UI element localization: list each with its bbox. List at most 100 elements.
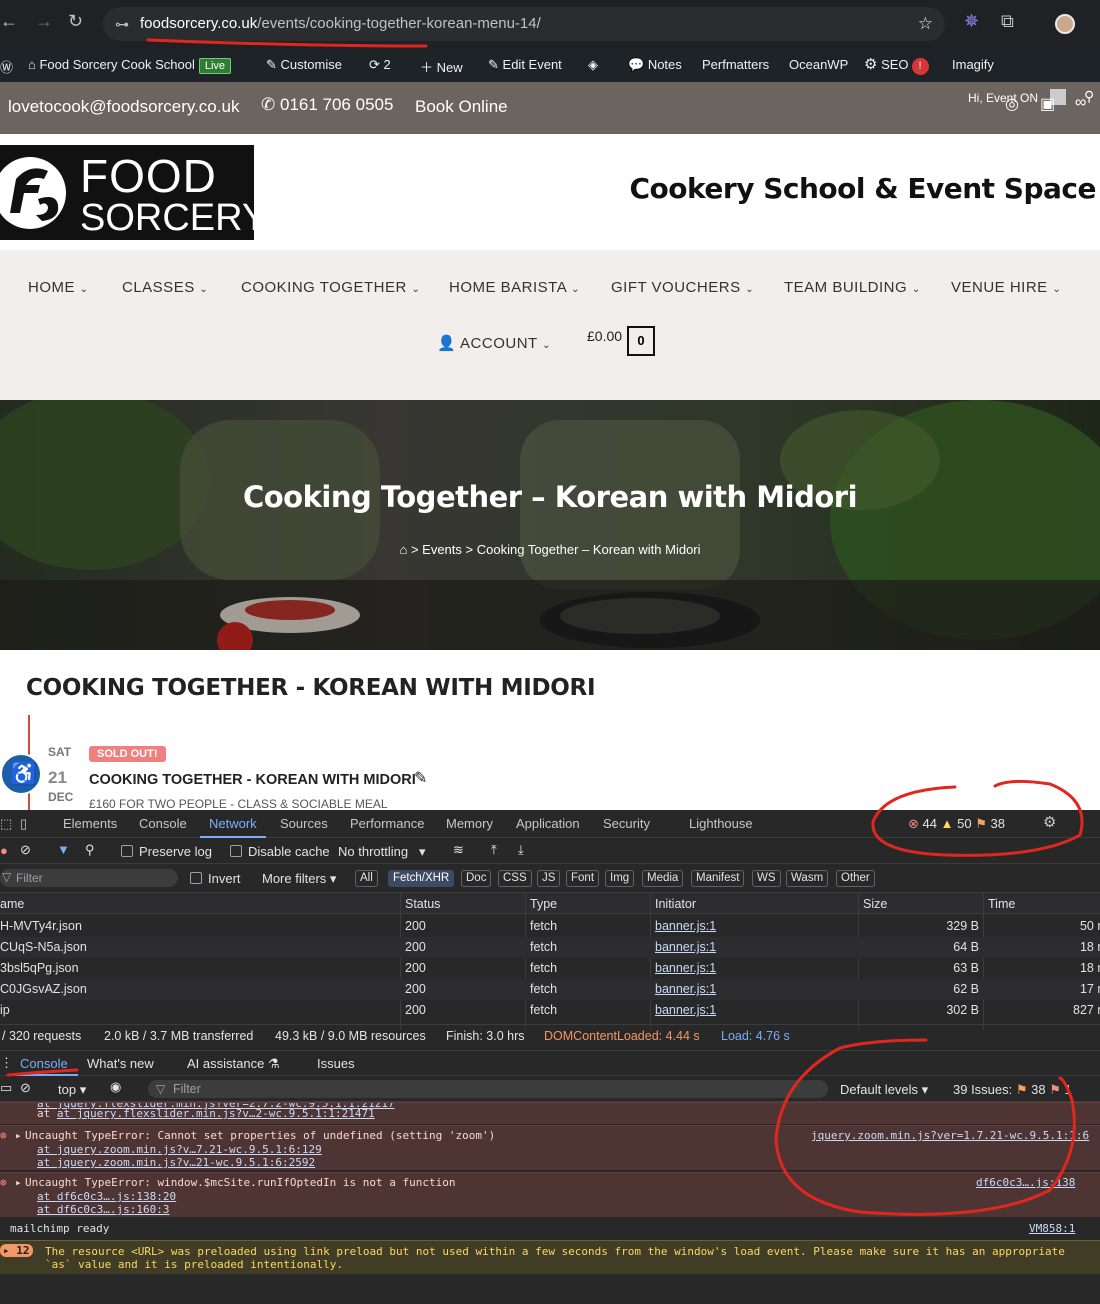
drawer-tab-console[interactable]: Console [20, 1056, 68, 1071]
accessibility-icon[interactable]: ♿ [0, 753, 42, 795]
admin-imagify[interactable]: Imagify [952, 57, 994, 72]
admin-updates[interactable]: ⟳ 2 [369, 57, 391, 73]
log-levels-select[interactable]: Default levels ▾ [840, 1082, 928, 1098]
cart-count-icon[interactable]: 0 [627, 326, 655, 356]
import-har-icon[interactable]: ⤒ [491, 842, 497, 858]
record-icon[interactable]: ● [0, 843, 8, 858]
nav-item-venue-hire[interactable]: VENUE HIRE ⌄ [951, 279, 1061, 296]
filter-other[interactable]: Other [836, 870, 875, 887]
clear-console-icon[interactable]: ⊘ [20, 1080, 31, 1096]
tab-network[interactable]: Network [209, 816, 257, 831]
search-icon[interactable]: ⚲ [85, 842, 95, 858]
nav-item-home[interactable]: HOME ⌄ [28, 279, 89, 296]
tab-security[interactable]: Security [603, 816, 650, 831]
cart-total[interactable]: £0.00 [587, 328, 622, 344]
admin-notes[interactable]: 💬 Notes [628, 57, 682, 73]
nav-item-gift-vouchers[interactable]: GIFT VOUCHERS ⌄ [611, 279, 754, 296]
table-row[interactable]: ip 200 fetch banner.js:1 302 B 827 ms [0, 1000, 1100, 1021]
invert-checkbox[interactable] [190, 872, 202, 884]
error-counter[interactable]: ⊗ 44 ▲ 50 ⚑ 38 [908, 816, 1005, 832]
error-source-link[interactable]: jquery.zoom.min.js?ver=1.7.21-wc.9.5.1:1… [811, 1129, 1100, 1142]
filter-funnel-icon[interactable]: ▼ [57, 842, 70, 857]
col-time[interactable]: Time [988, 897, 1015, 911]
tab-console[interactable]: Console [139, 816, 187, 831]
disable-cache-checkbox[interactable] [230, 845, 242, 857]
filter-all[interactable]: All [355, 870, 378, 887]
console-filter-input[interactable]: ▽ Filter [148, 1080, 828, 1098]
event-title[interactable]: COOKING TOGETHER - KOREAN WITH MIDORI [89, 772, 416, 788]
wp-logo-icon[interactable]: Ⓦ [0, 57, 13, 76]
stack-frame-link[interactable]: at jquery.zoom.min.js?v…7.21-wc.9.5.1:6:… [37, 1143, 322, 1156]
address-bar[interactable]: ⊶ foodsorcery.co.uk/events/cooking-toget… [103, 7, 945, 41]
network-filter-input[interactable]: ▽ Filter [0, 869, 178, 887]
admin-new[interactable]: ＋ New [420, 57, 463, 76]
col-initiator[interactable]: Initiator [655, 897, 696, 911]
request-initiator[interactable]: banner.js:1 [655, 982, 716, 996]
nav-item-cooking-together[interactable]: COOKING TOGETHER ⌄ [241, 279, 420, 296]
context-select[interactable]: top ▾ [58, 1082, 86, 1098]
table-row[interactable]: C0JGsvAZ.json 200 fetch banner.js:1 62 B… [0, 979, 1100, 1000]
admin-oceanwp[interactable]: OceanWP [789, 57, 848, 72]
filter-css[interactable]: CSS [498, 870, 532, 887]
edit-pencil-icon[interactable]: ✎ [414, 768, 427, 788]
more-filters-dropdown[interactable]: More filters ▾ [262, 871, 336, 887]
export-har-icon[interactable]: ⤓ [518, 842, 524, 858]
drawer-tab-ai-assistance[interactable]: AI assistance ⚗ [187, 1056, 280, 1072]
col-name[interactable]: ame [0, 897, 24, 911]
request-initiator[interactable]: banner.js:1 [655, 919, 716, 933]
table-row[interactable]: CUqS-N5a.json 200 fetch banner.js:1 64 B… [0, 937, 1100, 958]
stack-frame-link[interactable]: at df6c0c3….js:138:20 [37, 1190, 176, 1203]
email-link[interactable]: lovetocook@foodsorcery.co.uk [8, 97, 239, 117]
filter-manifest[interactable]: Manifest [691, 870, 745, 887]
filter-media[interactable]: Media [642, 870, 684, 887]
nav-item-home-barista[interactable]: HOME BARISTA ⌄ [449, 279, 580, 296]
diamond-icon[interactable]: ◈ [588, 57, 598, 73]
tab-memory[interactable]: Memory [446, 816, 493, 831]
filter-ws[interactable]: WS [752, 870, 781, 887]
filter-js[interactable]: JS [537, 870, 561, 887]
settings-gear-icon[interactable]: ⚙ [1043, 813, 1056, 831]
extensions-puzzle-icon[interactable]: ⧉ [1001, 11, 1014, 32]
admin-perfmatters[interactable]: Perfmatters [702, 57, 769, 72]
error-source-link[interactable]: df6c0c3….js:138 [976, 1176, 1075, 1189]
request-initiator[interactable]: banner.js:1 [655, 1003, 716, 1017]
stack-frame-link[interactable]: at df6c0c3….js:160:3 [37, 1203, 169, 1216]
search-icon[interactable]: ⚲ [1084, 88, 1094, 105]
filter-font[interactable]: Font [566, 870, 600, 887]
filter-doc[interactable]: Doc [461, 870, 492, 887]
tab-elements[interactable]: Elements [63, 816, 117, 831]
expand-arrow-icon[interactable]: ▸ [15, 1176, 22, 1189]
more-options-icon[interactable]: ⋮ [1075, 816, 1088, 832]
filter-img[interactable]: Img [605, 870, 635, 887]
admin-customise[interactable]: ✎ Customise [266, 57, 342, 73]
breadcrumb-events[interactable]: Events [422, 542, 462, 557]
drawer-tab-whats-new[interactable]: What's new [87, 1056, 154, 1071]
admin-site-menu[interactable]: ⌂ Food Sorcery Cook School Live [28, 57, 232, 74]
admin-seo[interactable]: ⚙ SEO! [864, 55, 929, 75]
request-initiator[interactable]: banner.js:1 [655, 940, 716, 954]
col-type[interactable]: Type [530, 897, 557, 911]
back-icon[interactable]: ← [0, 11, 18, 32]
tab-performance[interactable]: Performance [350, 816, 424, 831]
bookmark-star-icon[interactable]: ☆ [918, 7, 933, 41]
request-initiator[interactable]: banner.js:1 [655, 961, 716, 975]
table-row[interactable]: 3bsl5qPg.json 200 fetch banner.js:1 63 B… [0, 958, 1100, 979]
home-icon[interactable]: ⌂ [399, 542, 407, 557]
preserve-log-checkbox[interactable] [121, 845, 133, 857]
linkedin-icon[interactable]: ▣ [1040, 94, 1055, 114]
admin-edit-event[interactable]: ✎ Edit Event [488, 57, 562, 73]
tab-application[interactable]: Application [516, 816, 580, 831]
console-error[interactable]: ⊗ ▸ Uncaught TypeError: window.$mcSite.r… [0, 1172, 1100, 1217]
book-online-link[interactable]: Book Online [415, 97, 508, 117]
nav-item-team-building[interactable]: TEAM BUILDING ⌄ [784, 279, 921, 296]
tab-sources[interactable]: Sources [280, 816, 328, 831]
phone-link[interactable]: ✆ 0161 706 0505 [261, 95, 393, 115]
stack-frame-link[interactable]: at jquery.flexslider.min.js?v…2-wc.9.5.1… [57, 1107, 375, 1120]
network-conditions-icon[interactable]: ≋ [453, 842, 464, 858]
sidebar-toggle-icon[interactable]: ▭ [0, 1080, 12, 1096]
forward-icon[interactable]: → [35, 11, 53, 32]
clear-icon[interactable]: ⊘ [20, 842, 31, 858]
col-status[interactable]: Status [405, 897, 440, 911]
issues-counter[interactable]: 39 Issues: ⚑ 38 ⚑ 1 [953, 1082, 1072, 1098]
drawer-menu-icon[interactable]: ⋮ [0, 1055, 13, 1071]
